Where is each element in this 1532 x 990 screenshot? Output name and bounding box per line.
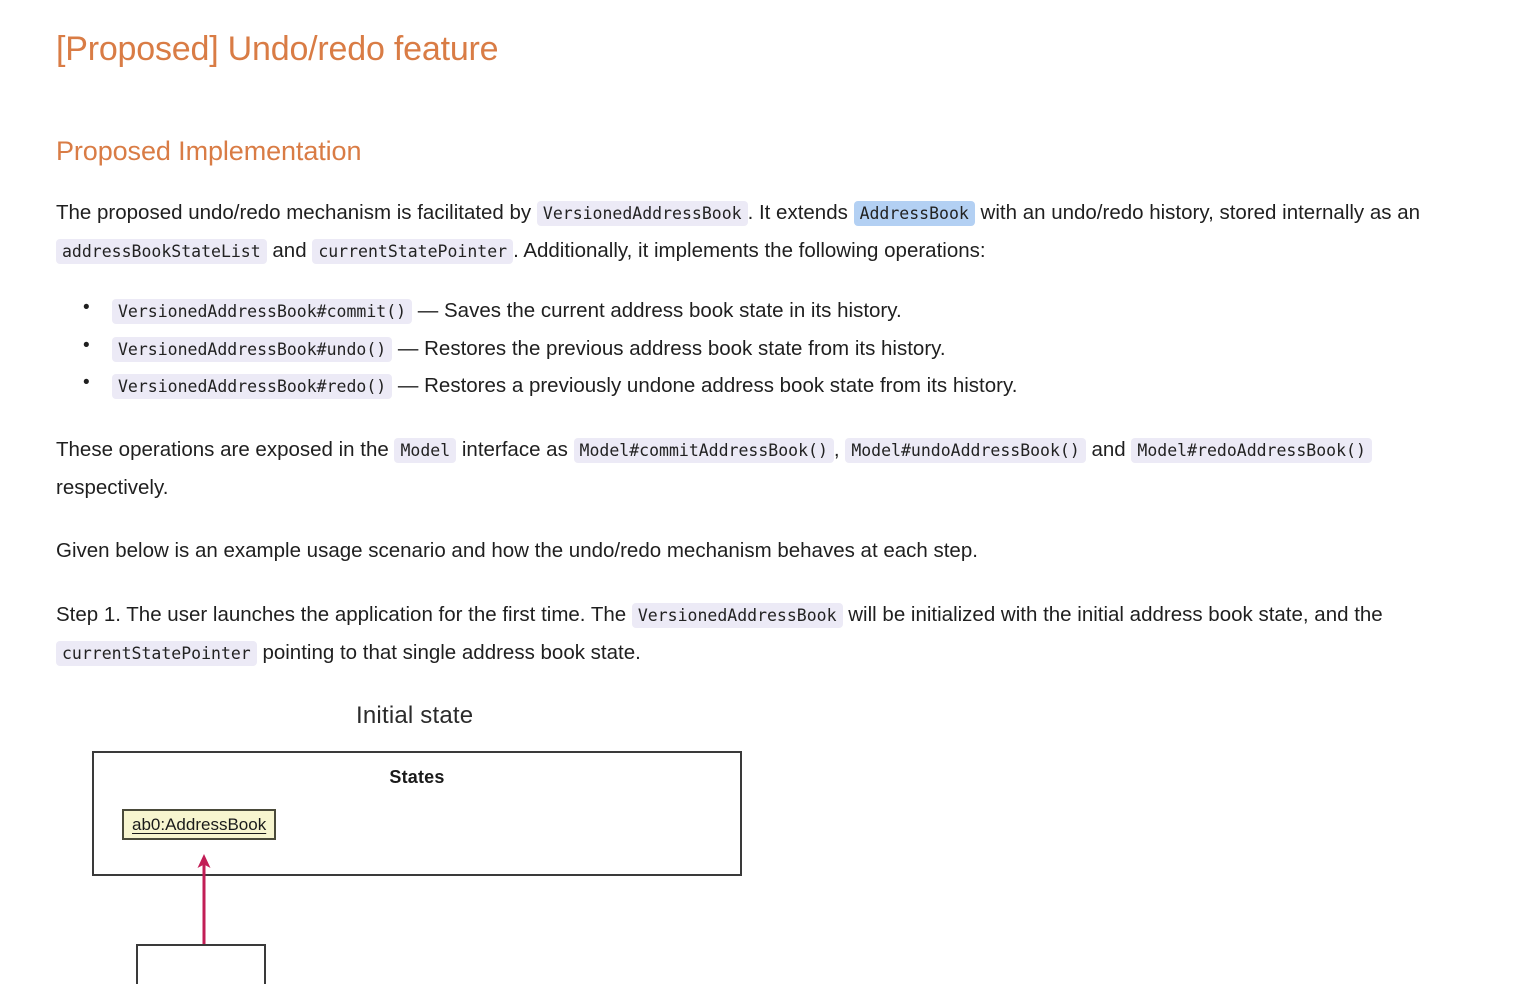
code-current-state-pointer: currentStatePointer <box>312 239 514 265</box>
model-text-part-4: respectively. <box>56 475 169 499</box>
code-model-commit-address-book: Model#commitAddressBook() <box>573 437 834 463</box>
step-1-paragraph: Step 1. The user launches the applicatio… <box>56 596 1476 672</box>
intro-text-part-5: . Additionally, it implements the follow… <box>513 239 986 263</box>
model-text-part-2: interface as <box>461 437 568 461</box>
states-box-label: States <box>389 767 445 788</box>
operation-description: — Saves the current address book state i… <box>417 299 902 323</box>
code-model-redo-address-book: Model#redoAddressBook() <box>1131 437 1372 463</box>
model-text-part-3: and <box>1091 437 1126 461</box>
section-heading-proposed-implementation: Proposed Implementation <box>56 135 362 166</box>
code-versioned-address-book-step1: VersionedAddressBook <box>631 603 843 629</box>
code-versioned-address-book: VersionedAddressBook <box>536 201 748 227</box>
code-undo-operation: VersionedAddressBook#undo() <box>112 336 393 362</box>
code-address-book-selected[interactable]: AddressBook <box>853 201 975 227</box>
document-page: [Proposed] Undo/redo feature Proposed Im… <box>0 0 1532 990</box>
diagram-caption: Initial state <box>356 702 474 730</box>
intro-text-part-1: The proposed undo/redo mechanism is faci… <box>56 201 532 225</box>
initial-state-diagram: Initial state States ab0:AddressBook <box>56 698 1476 985</box>
operation-description: — Restores a previously undone address b… <box>397 374 1018 398</box>
intro-text-part-4: and <box>272 239 307 263</box>
list-item: VersionedAddressBook#redo() — Restores a… <box>83 366 1476 405</box>
list-item: VersionedAddressBook#commit() — Saves th… <box>83 291 1476 330</box>
uml-object-ab0: ab0:AddressBook <box>122 809 277 841</box>
intro-paragraph: The proposed undo/redo mechanism is faci… <box>56 194 1476 270</box>
step1-text-part-1: Step 1. The user launches the applicatio… <box>56 603 627 627</box>
code-model: Model <box>394 437 457 463</box>
operation-description: — Restores the previous address book sta… <box>397 336 946 360</box>
model-text-part-1: These operations are exposed in the <box>56 437 389 461</box>
page-title: [Proposed] Undo/redo feature <box>56 30 499 68</box>
code-redo-operation: VersionedAddressBook#redo() <box>112 374 393 400</box>
states-container-box: States ab0:AddressBook <box>92 751 742 877</box>
step1-text-part-2: will be initialized with the initial add… <box>848 603 1383 627</box>
model-comma: , <box>833 437 840 461</box>
code-model-undo-address-book: Model#undoAddressBook() <box>845 437 1086 463</box>
pointer-source-box-partial <box>136 944 266 985</box>
operations-list: VersionedAddressBook#commit() — Saves th… <box>56 291 1476 405</box>
code-current-state-pointer-step1: currentStatePointer <box>56 641 257 667</box>
list-item: VersionedAddressBook#undo() — Restores t… <box>83 329 1476 368</box>
code-address-book-state-list: addressBookStateList <box>56 239 267 265</box>
intro-text-part-3: with an undo/redo history, stored intern… <box>980 201 1421 225</box>
step1-text-part-3: pointing to that single address book sta… <box>262 641 641 665</box>
document-content: [Proposed] Undo/redo feature Proposed Im… <box>0 0 1532 985</box>
code-commit-operation: VersionedAddressBook#commit() <box>112 299 413 325</box>
scenario-intro-paragraph: Given below is an example usage scenario… <box>56 539 978 563</box>
intro-text-part-2: . It extends <box>747 201 848 225</box>
model-interface-paragraph: These operations are exposed in the Mode… <box>56 431 1476 507</box>
uml-object-label: ab0:AddressBook <box>132 815 267 835</box>
